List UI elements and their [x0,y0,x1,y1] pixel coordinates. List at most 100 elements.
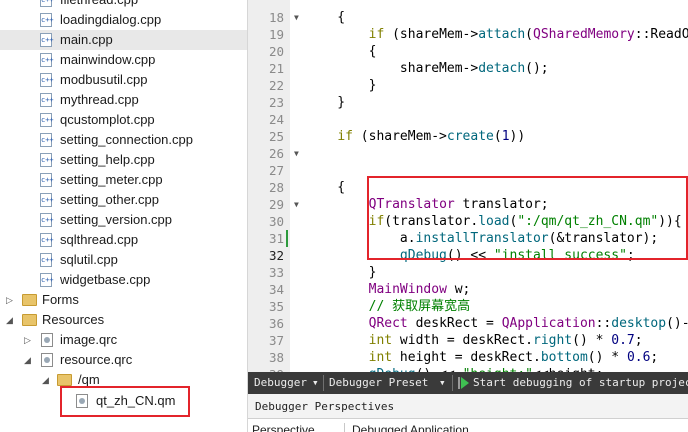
project-tree: c++filethread.cppc++loadingdialog.cppc++… [0,0,248,432]
tree-item-file[interactable]: c++ setting_version.cpp [0,210,247,230]
code-line[interactable]: { [306,179,345,196]
tree-item-qm-folder[interactable]: ◢ /qm [0,370,247,390]
code-line[interactable]: if (shareMem->attach(QSharedMemory::Read… [306,26,688,43]
collapsed-arrow-icon[interactable]: ▷ [24,330,31,350]
resource-file-icon [41,333,53,347]
tree-item-label: qcustomplot.cpp [60,112,155,127]
line-number: 29 [268,197,284,212]
tree-item-file[interactable]: c++ setting_other.cpp [0,190,247,210]
toolbar-divider [452,375,453,391]
tree-item-file[interactable]: c++ setting_help.cpp [0,150,247,170]
tree-item-file[interactable]: c++ main.cpp [0,30,247,50]
tree-item-file[interactable]: c++ sqlthread.cpp [0,230,247,250]
collapsed-arrow-icon[interactable]: ▷ [6,290,13,310]
expanded-arrow-icon[interactable]: ◢ [6,310,13,330]
line-number: 33 [268,265,284,280]
tree-item-label: resource.qrc [60,352,133,367]
line-number: 26 [268,146,284,161]
line-number-gutter: 18 19 20 21 22 23 24 25 26 27 28 29 30 31 32 33 34 35 36 37… [248,0,290,372]
cpp-file-icon: c++ [40,153,54,167]
code-editor[interactable]: 18 19 20 21 22 23 24 25 26 27 28 29 30 31 32 33 34 35 36 37… [248,0,688,372]
cpp-file-icon: c++ [40,233,54,247]
line-number: 30 [268,214,284,229]
debugger-preset-combo[interactable]: Debugger Preset [329,372,428,394]
code-line[interactable]: a.installTranslator(&translator); [306,230,658,247]
cpp-file-icon: c++ [40,273,54,287]
panel-title: Debugger Perspectives [255,400,395,413]
resource-file-icon [41,353,53,367]
tree-item-label: qt_zh_CN.qm [96,393,176,408]
cpp-file-icon: c++ [40,113,54,127]
tree-item-image-qrc[interactable]: ▷ image.qrc [0,330,247,350]
folder-icon [22,314,37,326]
code-line[interactable]: shareMem->detach(); [306,60,549,77]
cpp-file-icon: c++ [40,213,54,227]
debugger-combo[interactable]: Debugger [254,372,307,394]
cpp-file-icon: c++ [40,133,54,147]
expanded-arrow-icon[interactable]: ◢ [42,370,49,390]
line-number: 22 [268,78,284,93]
code-line[interactable]: } [306,264,377,281]
line-number: 18 [268,10,284,25]
cpp-file-icon: c++ [40,53,54,67]
cpp-file-icon: c++ [40,33,54,47]
line-number: 36 [268,316,284,331]
code-line[interactable]: QTranslator translator; [306,196,549,213]
tree-item-label: mythread.cpp [60,92,139,107]
code-line[interactable]: int height = deskRect.bottom() * 0.6; [306,349,659,366]
cpp-file-icon: c++ [40,13,54,27]
line-number: 37 [268,333,284,348]
column-divider [344,423,345,432]
start-debugging-button[interactable]: Start debugging of startup project [473,372,688,394]
code-line[interactable]: int width = deskRect.right() * 0.7; [306,332,643,349]
cpp-file-icon: c++ [40,73,54,87]
code-line[interactable]: { [306,43,377,60]
chevron-down-icon[interactable]: ▾ [439,372,446,394]
tree-item-file[interactable]: c++ filethread.cpp [0,0,247,10]
column-header-perspective[interactable]: Perspective [252,423,315,432]
column-header-application[interactable]: Debugged Application [352,423,469,432]
code-line[interactable]: { [306,9,345,26]
tree-item-resource-qrc[interactable]: ◢ resource.qrc [0,350,247,370]
tree-item-file[interactable]: c++ modbusutil.cpp [0,70,247,90]
tree-item-label: loadingdialog.cpp [60,12,162,27]
code-line[interactable]: // 获取屏幕宽高 [306,298,470,315]
code-line[interactable]: QRect deskRect = QApplication::desktop()… [306,315,688,332]
tree-item-label: widgetbase.cpp [60,272,151,287]
cpp-file-icon: c++ [40,193,54,207]
line-number: 24 [268,112,284,127]
tree-item-label: filethread.cpp [60,0,138,10]
tree-item-file[interactable]: c++ mainwindow.cpp [0,50,247,70]
code-line[interactable]: if(translator.load(":/qm/qt_zh_CN.qm")){ [306,213,682,230]
tree-item-file[interactable]: c++ qcustomplot.cpp [0,110,247,130]
tree-item-file[interactable]: c++ setting_connection.cpp [0,130,247,150]
tree-item-resources[interactable]: ◢ Resources [0,310,247,330]
expanded-arrow-icon[interactable]: ◢ [24,350,31,370]
tree-item-forms[interactable]: ▷ Forms [0,290,247,310]
fold-arrow-icon[interactable]: ▼ [294,196,304,213]
code-line[interactable]: } [306,77,377,94]
fold-arrow-icon[interactable]: ▼ [294,145,304,162]
cpp-file-icon: c++ [40,253,54,267]
folder-icon [57,374,72,386]
line-number: 35 [268,299,284,314]
code-line[interactable]: if (shareMem->create(1)) [306,128,525,145]
tree-item-label: setting_connection.cpp [60,132,193,147]
tree-item-file[interactable]: c++ widgetbase.cpp [0,270,247,290]
code-area[interactable]: { if (shareMem->attach(QSharedMemory::Re… [306,0,688,372]
start-debugging-icon[interactable] [458,377,469,389]
code-line[interactable]: } [306,94,345,111]
tree-item-qm-file[interactable]: qt_zh_CN.qm [0,391,247,411]
tree-item-label: setting_version.cpp [60,212,173,227]
fold-arrow-icon[interactable]: ▼ [294,9,304,26]
code-line[interactable]: qDebug() << "install success"; [306,247,635,264]
tree-item-file[interactable]: c++ mythread.cpp [0,90,247,110]
chevron-down-icon[interactable]: ▾ [312,372,319,394]
tree-item-label: mainwindow.cpp [60,52,156,67]
tree-item-file[interactable]: c++ setting_meter.cpp [0,170,247,190]
tree-item-file[interactable]: c++ loadingdialog.cpp [0,10,247,30]
line-number: 34 [268,282,284,297]
tree-item-label: /qm [78,372,100,387]
code-line[interactable]: MainWindow w; [306,281,471,298]
tree-item-file[interactable]: c++ sqlutil.cpp [0,250,247,270]
